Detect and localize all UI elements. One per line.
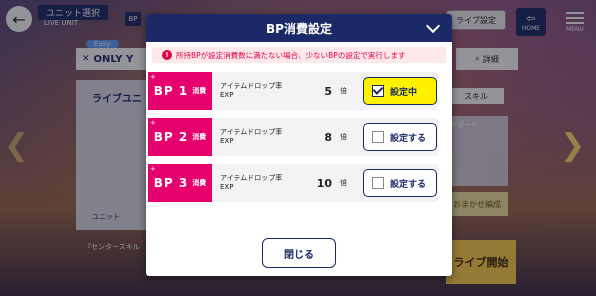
set-button-label: 設定する [390, 179, 427, 190]
checkbox-icon [372, 131, 384, 143]
set-button[interactable]: 設定する [363, 169, 437, 197]
multiplier-unit: 倍 [340, 133, 347, 141]
bp-cost-label: + BP 3 消費 [148, 164, 212, 202]
checkbox-checked-icon [372, 85, 384, 97]
warning-icon: ! [162, 50, 172, 60]
bp-settings-modal: BP消費設定 ! 所持BPが設定消費数に満たない場合、少ないBPの設定で実行しま… [146, 14, 452, 276]
set-button-active[interactable]: 設定中 [363, 77, 437, 105]
close-button[interactable]: 閉じる [262, 238, 336, 268]
warning-banner: ! 所持BPが設定消費数に満たない場合、少ないBPの設定で実行します [152, 47, 446, 63]
set-button-label: 設定中 [390, 87, 418, 98]
multiplier-unit: 倍 [340, 179, 347, 187]
plus-icon: + [150, 73, 156, 81]
warning-text: 所持BPが設定消費数に満たない場合、少ないBPの設定で実行します [176, 50, 406, 60]
set-button-label: 設定する [390, 133, 427, 144]
bp-option-row: + BP 3 消費 アイテムドロップ率 EXP 10 倍 設定する [148, 164, 438, 202]
multiplier-value: 8 [324, 130, 332, 144]
bp-option-row: + BP 2 消費 アイテムドロップ率 EXP 8 倍 設定する [148, 118, 438, 156]
bonus-description: アイテムドロップ率 EXP [220, 82, 310, 100]
plus-icon: + [150, 165, 156, 173]
bp-cost-label: + BP 2 消費 [148, 118, 212, 156]
multiplier-value: 5 [324, 84, 332, 98]
chevron-down-icon[interactable] [425, 18, 441, 34]
multiplier-unit: 倍 [340, 87, 347, 95]
bp-consume-label: 消費 [192, 87, 207, 95]
bp-amount: BP 2 [153, 130, 189, 144]
bonus-description: アイテムドロップ率 EXP [220, 174, 310, 192]
bp-amount: BP 3 [153, 176, 189, 190]
bonus-line-1: アイテムドロップ率 [220, 128, 283, 136]
bp-consume-label: 消費 [192, 133, 207, 141]
checkbox-icon [372, 177, 384, 189]
bonus-line-2: EXP [220, 91, 234, 99]
modal-title: BP消費設定 [266, 21, 332, 36]
bonus-line-1: アイテムドロップ率 [220, 174, 283, 182]
multiplier-value: 10 [316, 176, 332, 190]
bp-consume-label: 消費 [192, 179, 207, 187]
bonus-description: アイテムドロップ率 EXP [220, 128, 310, 146]
bp-option-row: + BP 1 消費 アイテムドロップ率 EXP 5 倍 設定中 [148, 72, 438, 110]
bp-amount: BP 1 [153, 84, 189, 98]
bonus-line-2: EXP [220, 183, 234, 191]
bp-cost-label: + BP 1 消費 [148, 72, 212, 110]
set-button[interactable]: 設定する [363, 123, 437, 151]
modal-header: BP消費設定 [146, 14, 452, 42]
plus-icon: + [150, 119, 156, 127]
bonus-line-2: EXP [220, 137, 234, 145]
bonus-line-1: アイテムドロップ率 [220, 82, 283, 90]
